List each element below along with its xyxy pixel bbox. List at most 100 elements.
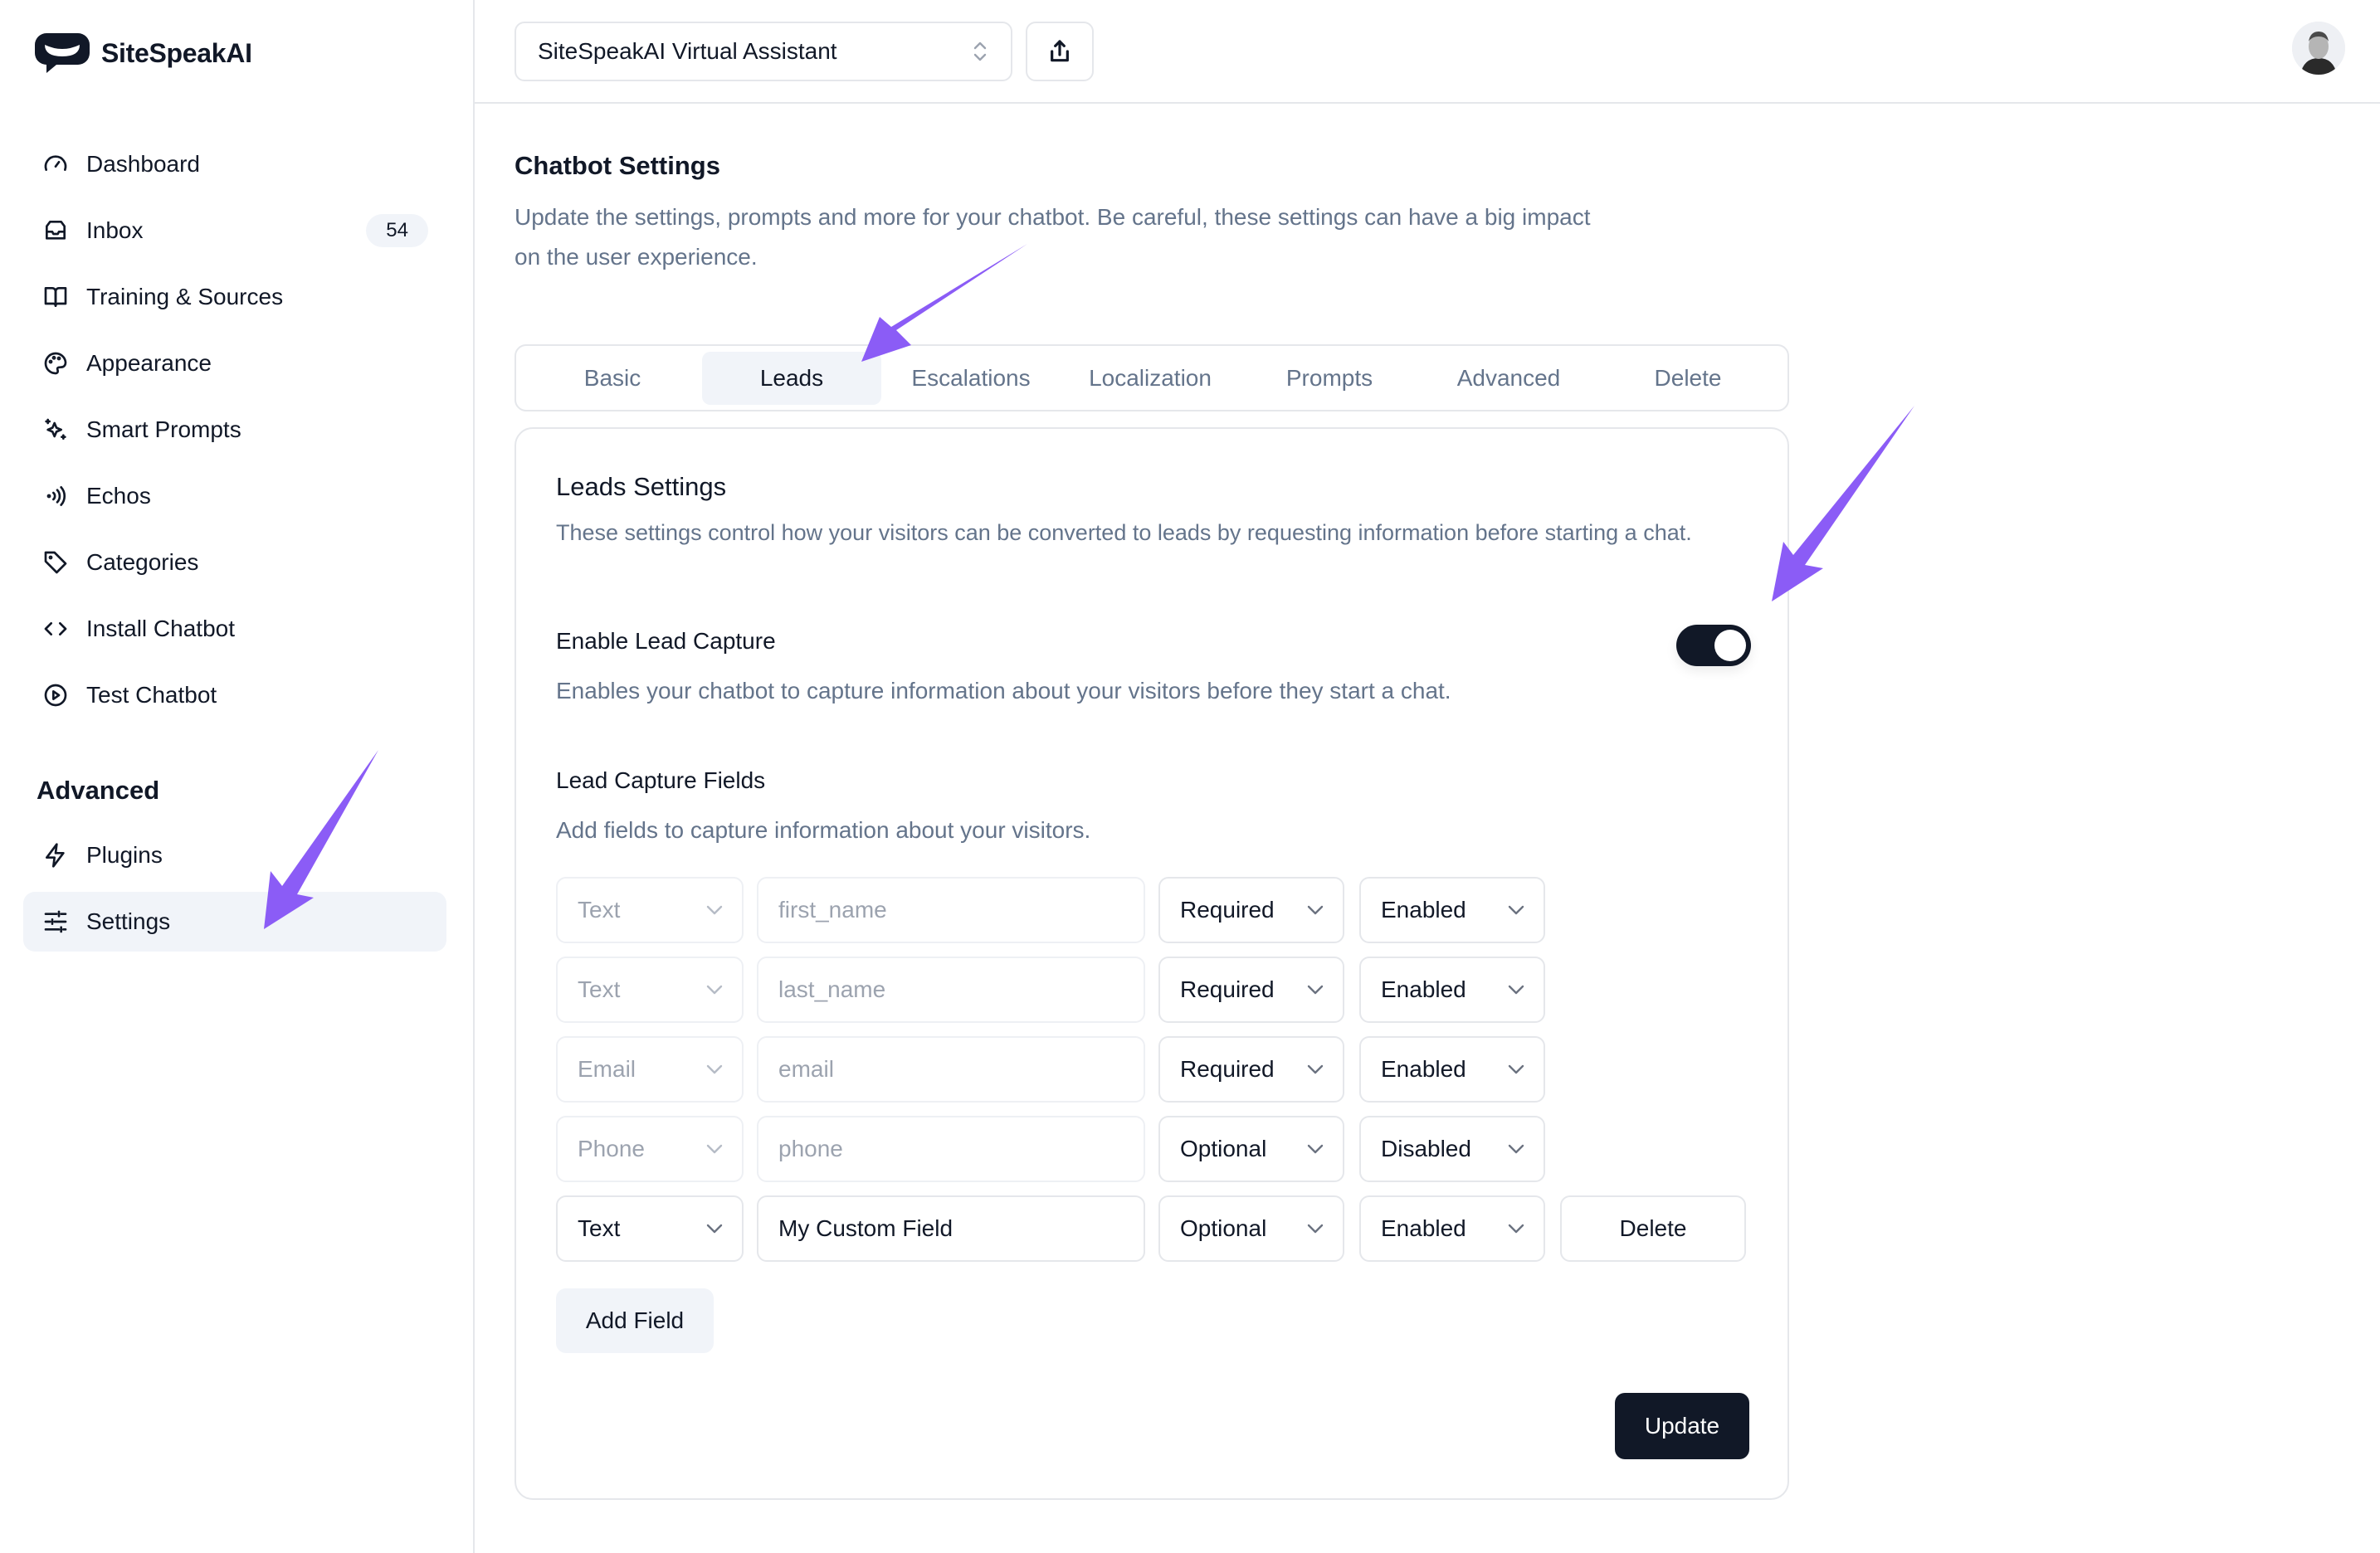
leads-settings-card: Leads Settings These settings control ho… xyxy=(515,427,1789,1500)
tab-localization[interactable]: Localization xyxy=(1061,352,1240,405)
sparkles-icon xyxy=(41,416,70,444)
chevron-down-icon xyxy=(1507,1223,1525,1234)
lead-capture-fields-description: Add fields to capture information about … xyxy=(556,817,1091,843)
sidebar-item-appearance[interactable]: Appearance xyxy=(23,333,446,393)
field-required-select[interactable]: Required xyxy=(1158,1036,1344,1103)
chevron-down-icon xyxy=(1507,984,1525,996)
sidebar-item-plugins[interactable]: Plugins xyxy=(23,825,446,885)
field-name-value: phone xyxy=(778,1136,843,1161)
tab-leads[interactable]: Leads xyxy=(702,351,881,405)
app-name: SiteSpeakAI xyxy=(101,37,252,68)
field-name-input[interactable]: first_name xyxy=(757,877,1145,943)
field-name-value: My Custom Field xyxy=(778,1215,953,1241)
sidebar-item-label: Plugins xyxy=(86,842,163,868)
field-status-select[interactable]: Enabled xyxy=(1359,1195,1545,1262)
field-row: Text last_name Required Enabled xyxy=(556,957,1751,1023)
field-status-select[interactable]: Disabled xyxy=(1359,1116,1545,1182)
zap-icon xyxy=(41,841,70,869)
sidebar-item-settings[interactable]: Settings xyxy=(23,892,446,952)
play-circle-icon xyxy=(41,681,70,709)
field-type-select[interactable]: Text xyxy=(556,1195,744,1262)
tab-escalations[interactable]: Escalations xyxy=(881,352,1061,405)
user-photo-icon xyxy=(2292,22,2345,75)
field-status-select[interactable]: Enabled xyxy=(1359,1036,1545,1103)
chevron-down-icon xyxy=(705,1143,724,1155)
sidebar-item-label: Dashboard xyxy=(86,151,200,177)
sidebar-item-smart-prompts[interactable]: Smart Prompts xyxy=(23,400,446,460)
sidebar-item-inbox[interactable]: Inbox 54 xyxy=(23,201,446,260)
page-title: Chatbot Settings xyxy=(515,151,720,180)
add-field-button[interactable]: Add Field xyxy=(556,1288,714,1353)
share-button[interactable] xyxy=(1026,22,1094,81)
field-required-value: Required xyxy=(1180,1056,1275,1082)
chatbot-select[interactable]: SiteSpeakAI Virtual Assistant xyxy=(515,22,1012,81)
chevron-down-icon xyxy=(705,1223,724,1234)
tab-prompts[interactable]: Prompts xyxy=(1240,352,1419,405)
field-required-select[interactable]: Optional xyxy=(1158,1116,1344,1182)
chevron-down-icon xyxy=(1306,984,1324,996)
field-type-select[interactable]: Text xyxy=(556,957,744,1023)
chevron-down-icon xyxy=(1306,1223,1324,1234)
settings-tabs: Basic Leads Escalations Localization Pro… xyxy=(515,344,1789,411)
sidebar-item-training-sources[interactable]: Training & Sources xyxy=(23,267,446,327)
logo[interactable]: SiteSpeakAI xyxy=(35,32,252,75)
sidebar-item-install-chatbot[interactable]: Install Chatbot xyxy=(23,599,446,659)
sidebar: SiteSpeakAI Dashboard Inbox 54 Training … xyxy=(0,0,475,1553)
tab-advanced[interactable]: Advanced xyxy=(1419,352,1598,405)
sidebar-item-label: Categories xyxy=(86,549,199,575)
field-status-select[interactable]: Enabled xyxy=(1359,957,1545,1023)
sidebar-item-label: Smart Prompts xyxy=(86,416,241,442)
field-type-value: Phone xyxy=(578,1136,645,1161)
field-type-value: Text xyxy=(578,897,621,923)
enable-lead-capture-toggle[interactable] xyxy=(1676,625,1751,666)
enable-lead-capture-label: Enable Lead Capture xyxy=(556,628,776,654)
user-avatar[interactable] xyxy=(2292,22,2345,75)
field-required-select[interactable]: Required xyxy=(1158,957,1344,1023)
field-name-input[interactable]: My Custom Field xyxy=(757,1195,1145,1262)
sidebar-section-advanced: Advanced xyxy=(37,776,160,805)
field-row: Text My Custom Field Optional Enabled De… xyxy=(556,1195,1751,1262)
field-status-select[interactable]: Enabled xyxy=(1359,877,1545,943)
sidebar-item-echos[interactable]: Echos xyxy=(23,466,446,526)
sidebar-item-label: Settings xyxy=(86,908,171,934)
page-description: Update the settings, prompts and more fo… xyxy=(515,204,1591,270)
field-name-input[interactable]: phone xyxy=(757,1116,1145,1182)
chevron-down-icon xyxy=(1306,904,1324,916)
leads-settings-description: These settings control how your visitors… xyxy=(556,520,1692,545)
enable-lead-capture-description: Enables your chatbot to capture informat… xyxy=(556,678,1451,703)
update-button[interactable]: Update xyxy=(1615,1393,1749,1459)
inbox-count-badge: 54 xyxy=(366,214,428,247)
chevron-down-icon xyxy=(1507,1064,1525,1075)
field-type-select[interactable]: Phone xyxy=(556,1116,744,1182)
field-required-select[interactable]: Optional xyxy=(1158,1195,1344,1262)
chevron-up-down-icon xyxy=(973,41,987,61)
delete-field-button[interactable]: Delete xyxy=(1560,1195,1746,1262)
field-name-input[interactable]: email xyxy=(757,1036,1145,1103)
field-type-value: Text xyxy=(578,976,621,1002)
sidebar-item-label: Test Chatbot xyxy=(86,682,217,708)
field-type-value: Text xyxy=(578,1215,621,1241)
sidebar-item-categories[interactable]: Categories xyxy=(23,533,446,592)
sidebar-nav: Dashboard Inbox 54 Training & Sources Ap… xyxy=(23,134,446,732)
field-required-value: Required xyxy=(1180,897,1275,923)
field-row: Phone phone Optional Disabled xyxy=(556,1116,1751,1182)
field-name-input[interactable]: last_name xyxy=(757,957,1145,1023)
chevron-down-icon xyxy=(1507,1143,1525,1155)
field-required-select[interactable]: Required xyxy=(1158,877,1344,943)
signal-icon xyxy=(41,482,70,510)
chevron-down-icon xyxy=(705,984,724,996)
field-type-select[interactable]: Text xyxy=(556,877,744,943)
chat-bubble-logo-icon xyxy=(35,33,90,73)
book-open-icon xyxy=(41,283,70,311)
chevron-down-icon xyxy=(705,904,724,916)
tab-delete[interactable]: Delete xyxy=(1598,352,1778,405)
toggle-knob xyxy=(1714,630,1746,661)
sidebar-item-dashboard[interactable]: Dashboard xyxy=(23,134,446,194)
sidebar-item-label: Inbox xyxy=(86,217,144,243)
tab-basic[interactable]: Basic xyxy=(523,352,702,405)
field-required-value: Required xyxy=(1180,976,1275,1002)
field-row: Text first_name Required Enabled xyxy=(556,877,1751,943)
sidebar-item-test-chatbot[interactable]: Test Chatbot xyxy=(23,665,446,725)
field-type-select[interactable]: Email xyxy=(556,1036,744,1103)
field-status-value: Enabled xyxy=(1381,976,1466,1002)
